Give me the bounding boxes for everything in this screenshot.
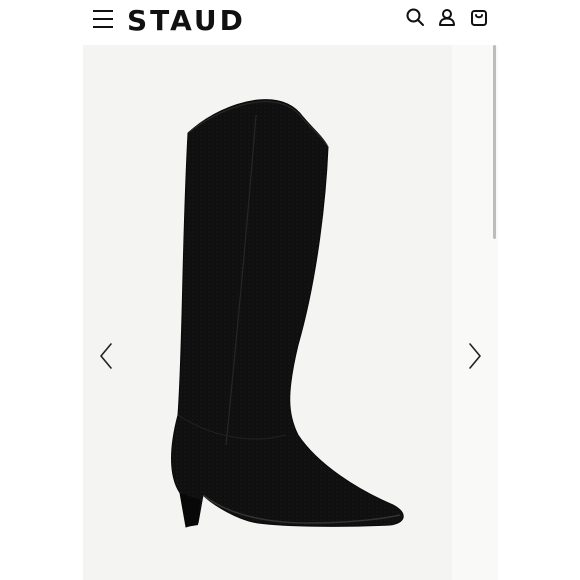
outer-margin-left — [0, 0, 83, 580]
shopping-bag-icon[interactable] — [469, 7, 489, 27]
hamburger-menu-icon[interactable] — [93, 8, 115, 30]
mobile-screen: STAUD — [83, 0, 498, 580]
search-icon[interactable] — [405, 7, 425, 27]
product-image-boot[interactable] — [168, 95, 408, 535]
brand-logo[interactable]: STAUD — [127, 2, 246, 40]
chevron-left-icon[interactable] — [97, 340, 117, 372]
scrollbar[interactable] — [493, 45, 496, 239]
outer-margin-right — [498, 0, 580, 580]
photo-frame: STAUD — [0, 0, 580, 580]
site-header: STAUD — [83, 0, 498, 45]
next-image-peek — [452, 45, 498, 580]
account-icon[interactable] — [437, 7, 457, 27]
chevron-right-icon[interactable] — [464, 340, 484, 372]
